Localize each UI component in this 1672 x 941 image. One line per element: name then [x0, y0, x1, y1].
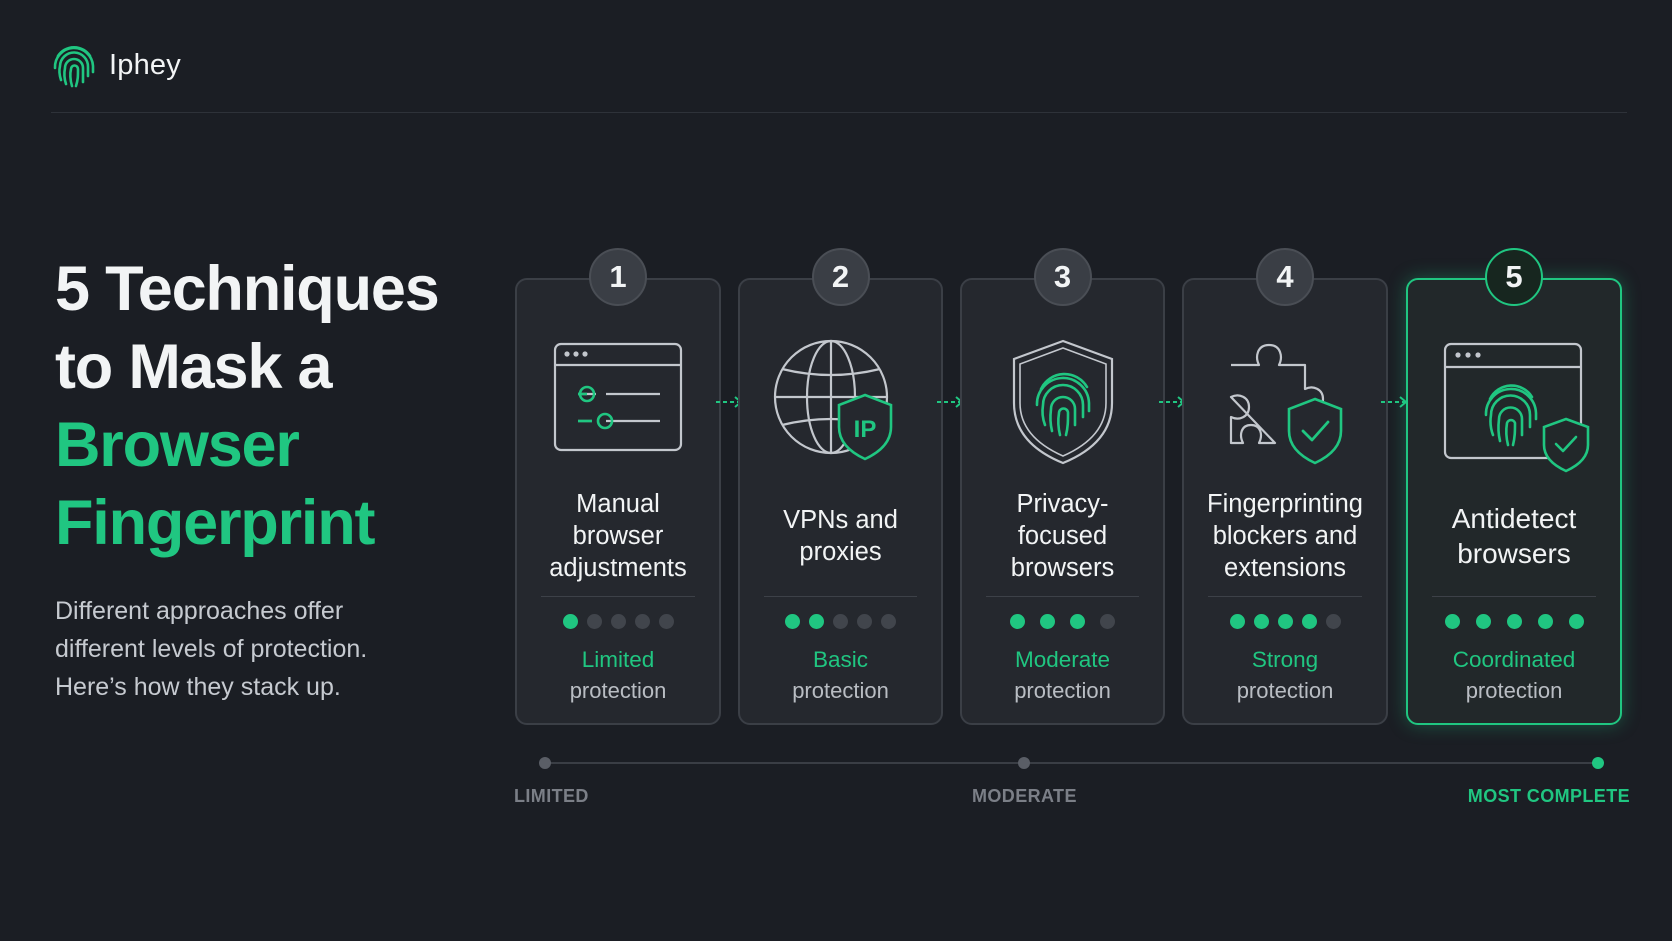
scale-marker-start [539, 757, 551, 769]
card-title-text: Fingerprinting blockers and extensions [1207, 490, 1363, 582]
protection-level: Basic [812, 647, 869, 672]
subtitle-line: Different approaches offer [55, 597, 344, 625]
rating-dots [1408, 614, 1620, 629]
card-title-text: Privacy- focused browsers [1010, 490, 1115, 582]
card-title-text: Manual browser adjustments [549, 490, 687, 582]
protection-label: protection [1014, 678, 1111, 703]
technique-card-3: 3 Privacy- focused browsers Moderate pro… [960, 248, 1165, 725]
brand-name: Iphey [109, 48, 181, 81]
rating-dot-filled [1301, 614, 1317, 629]
protection-label: protection [1236, 678, 1334, 703]
card-title: Manual browser adjustments [525, 488, 711, 584]
card-title-text: VPNs and proxies [783, 506, 898, 566]
rating-dot-filled [1040, 614, 1055, 629]
rating-dots [1184, 614, 1386, 629]
globe-ip-shield-icon: IP [771, 337, 911, 467]
rating-dot-empty [857, 614, 872, 629]
rating-dot-filled [1229, 614, 1245, 629]
page-title: 5 Techniques to Mask a Browser Fingerpri… [55, 250, 475, 562]
rating-dot-filled [785, 614, 800, 629]
technique-card-4: 4 Fingerprinting blockers and extensions… [1182, 248, 1388, 725]
rating-dot-filled [1537, 614, 1553, 629]
card-title-text: Antidetect browsers [1451, 503, 1577, 569]
hero-section: 5 Techniques to Mask a Browser Fingerpri… [55, 250, 475, 706]
card-separator [1432, 596, 1596, 597]
title-line: 5 Techniques [55, 254, 440, 324]
protection-level: Coordinated [1452, 647, 1576, 672]
rating-dots [517, 614, 719, 629]
subtitle-line: different levels of protection. [55, 635, 368, 663]
rating-dot-filled [1010, 614, 1025, 629]
rating-dots [740, 614, 941, 629]
rating-dot-filled [1444, 614, 1460, 629]
rating-dot-filled [1475, 614, 1491, 629]
fingerprint-icon [53, 46, 95, 88]
rating-dots [962, 614, 1163, 629]
card-separator [764, 596, 917, 597]
technique-card-2: 2 IP VPNs and proxies Basic protection [738, 248, 943, 725]
technique-card-1: 1 Manual browser adjustments Limited pro… [515, 248, 721, 725]
title-line: to Mask a [55, 332, 333, 402]
rating-dot-empty [833, 614, 848, 629]
brand-header: Iphey [51, 40, 181, 90]
rating-dot-filled [1070, 614, 1085, 629]
protection-label: protection [792, 678, 889, 703]
fingerprint-shield-icon [993, 337, 1133, 467]
rating-dot-empty [634, 614, 650, 629]
rating-dot-filled [1277, 614, 1293, 629]
subtitle-line: Here’s how they stack up. [55, 673, 341, 701]
rating-dot-empty [586, 614, 602, 629]
protection-level: Strong [1251, 647, 1319, 672]
title-accent-line: Fingerprint [55, 488, 375, 558]
rating-dot-filled [809, 614, 824, 629]
header-divider [51, 112, 1627, 113]
card-title: Fingerprinting blockers and extensions [1192, 488, 1378, 584]
step-number-badge: 1 [589, 248, 647, 306]
puzzle-shield-icon [1215, 337, 1355, 467]
browser-sliders-icon [548, 337, 688, 467]
scale-marker-mid [1018, 757, 1030, 769]
card-title: Antidetect browsers [1416, 488, 1612, 584]
protection-label: protection [1465, 678, 1563, 703]
rating-dot-empty [1325, 614, 1341, 629]
protection-scale-line [545, 762, 1598, 764]
page-subtitle: Different approaches offer different lev… [55, 592, 475, 706]
card-title: VPNs and proxies [748, 488, 933, 584]
scale-label-end: MOST COMPLETE [1467, 786, 1630, 806]
protection-level: Moderate [1014, 647, 1111, 672]
step-number-badge: 4 [1256, 248, 1314, 306]
card-separator [986, 596, 1139, 597]
rating-dot-empty [881, 614, 896, 629]
rating-dot-filled [1253, 614, 1269, 629]
card-separator [541, 596, 695, 597]
rating-dot-filled [562, 614, 578, 629]
step-number-badge: 2 [811, 248, 870, 306]
title-accent-line: Browser [55, 410, 300, 480]
protection-level: Limited [581, 647, 655, 672]
card-title: Privacy- focused browsers [970, 488, 1155, 584]
rating-dot-filled [1506, 614, 1522, 629]
rating-dot-empty [610, 614, 626, 629]
rating-dot-empty [1100, 614, 1115, 629]
rating-dot-empty [658, 614, 674, 629]
step-number-badge: 3 [1033, 248, 1092, 306]
card-separator [1208, 596, 1362, 597]
scale-marker-end [1592, 757, 1604, 769]
rating-dot-filled [1568, 614, 1584, 629]
technique-card-5: 5 Antidetect browsers Coordinated protec… [1406, 248, 1622, 725]
browser-fingerprint-shield-icon [1443, 337, 1590, 473]
ip-text: IP [853, 416, 876, 443]
scale-label-mid: MODERATE [972, 786, 1077, 806]
protection-label: protection [569, 678, 667, 703]
step-number-badge: 5 [1485, 248, 1543, 306]
scale-label-start: LIMITED [514, 786, 589, 806]
